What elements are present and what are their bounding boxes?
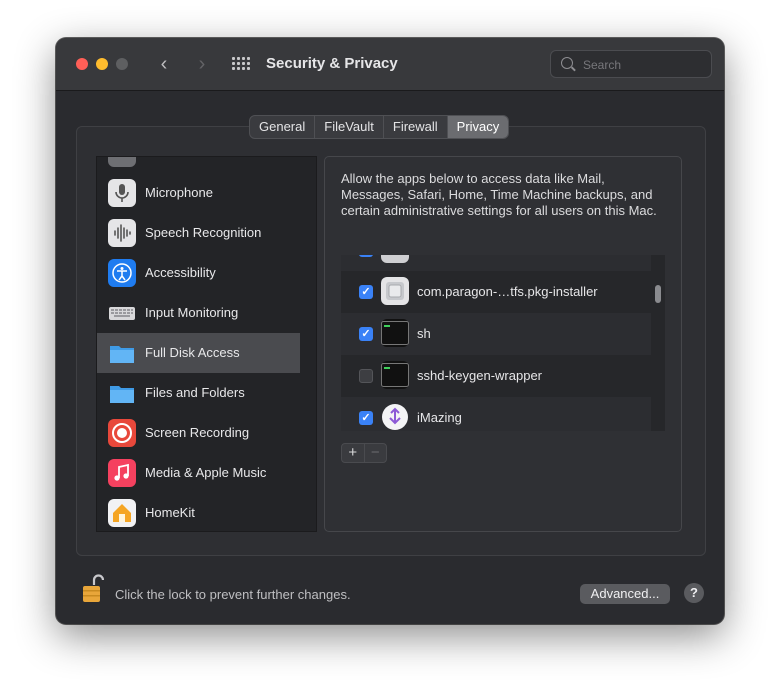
sidebar-item-files-and-folders[interactable]: Files and Folders bbox=[97, 373, 300, 413]
chevron-left-icon: ‹ bbox=[160, 53, 168, 75]
remove-app-button[interactable]: − bbox=[365, 444, 387, 462]
sidebar-item-label: HomeKit bbox=[145, 505, 195, 520]
sidebar-item-label: Media & Apple Music bbox=[145, 465, 267, 480]
sidebar-item-label: Full Disk Access bbox=[145, 345, 240, 360]
list-item-partial[interactable]: ✓ bbox=[341, 255, 651, 271]
help-button[interactable]: ? bbox=[684, 583, 704, 603]
sidebar-item-label: Accessibility bbox=[145, 265, 216, 280]
sidebar-item-label: Speech Recognition bbox=[145, 225, 262, 240]
app-checkbox[interactable]: ✓ bbox=[359, 285, 373, 299]
app-icon bbox=[381, 255, 409, 263]
folder-icon bbox=[108, 339, 136, 367]
list-item[interactable]: ✓ iMazing bbox=[341, 397, 651, 431]
sidebar-item-accessibility[interactable]: Accessibility bbox=[97, 253, 300, 293]
tab-bar: General FileVault Firewall Privacy bbox=[249, 115, 510, 139]
add-app-button[interactable]: + bbox=[342, 444, 365, 462]
app-checkbox[interactable] bbox=[359, 369, 373, 383]
folder-icon bbox=[108, 379, 136, 407]
chevron-right-icon: › bbox=[198, 53, 206, 75]
preferences-window: ‹ › Security & Privacy General FileVault… bbox=[56, 38, 724, 624]
sidebar-item-input-monitoring[interactable]: Input Monitoring bbox=[97, 293, 300, 333]
app-checkbox[interactable]: ✓ bbox=[359, 255, 373, 257]
package-installer-icon bbox=[381, 277, 409, 305]
app-checkbox[interactable]: ✓ bbox=[359, 411, 373, 425]
tab-general[interactable]: General bbox=[250, 116, 316, 138]
app-list[interactable]: ✓ ✓ com.paragon-…tfs.pkg-installer ✓ sh bbox=[341, 255, 665, 431]
terminal-icon bbox=[381, 361, 409, 389]
lock-icon[interactable] bbox=[82, 574, 105, 604]
homekit-icon bbox=[108, 499, 136, 527]
tab-filevault[interactable]: FileVault bbox=[315, 116, 384, 138]
sidebar-item-partial[interactable] bbox=[97, 157, 300, 173]
titlebar: ‹ › Security & Privacy bbox=[56, 38, 724, 91]
sidebar-item-label: Screen Recording bbox=[145, 425, 250, 440]
speech-recognition-icon bbox=[108, 219, 136, 247]
lock-status-text: Click the lock to prevent further change… bbox=[115, 587, 351, 602]
terminal-icon bbox=[381, 319, 409, 347]
window-title: Security & Privacy bbox=[266, 55, 398, 72]
sidebar-item-microphone[interactable]: Microphone bbox=[97, 173, 300, 213]
list-item[interactable]: ✓ com.paragon-…tfs.pkg-installer bbox=[341, 271, 651, 313]
screen-recording-icon bbox=[108, 419, 136, 447]
accessibility-icon bbox=[108, 259, 136, 287]
sidebar-item-label: Files and Folders bbox=[145, 385, 245, 400]
add-remove-control: + − bbox=[341, 443, 387, 463]
search-field[interactable] bbox=[550, 50, 712, 78]
search-icon bbox=[561, 57, 573, 69]
app-access-pane: Allow the apps below to access data like… bbox=[324, 156, 682, 532]
sidebar-item-full-disk-access[interactable]: Full Disk Access bbox=[97, 333, 300, 373]
tab-privacy[interactable]: Privacy bbox=[447, 116, 509, 138]
sidebar-item-label: Microphone bbox=[145, 185, 213, 200]
imazing-icon bbox=[381, 403, 409, 431]
list-item[interactable]: sshd-keygen-wrapper bbox=[341, 355, 651, 397]
music-icon bbox=[108, 459, 136, 487]
list-item[interactable]: ✓ sh bbox=[341, 313, 651, 355]
search-input[interactable] bbox=[581, 55, 705, 75]
app-name: sshd-keygen-wrapper bbox=[417, 368, 543, 383]
app-list-scrollbar[interactable] bbox=[655, 285, 661, 303]
tab-firewall[interactable]: Firewall bbox=[384, 116, 448, 138]
access-description: Allow the apps below to access data like… bbox=[341, 171, 657, 218]
privacy-category-list[interactable]: Microphone Speech Recognition Accessibil… bbox=[96, 156, 317, 532]
app-name: iMazing bbox=[417, 410, 462, 425]
minimize-button[interactable] bbox=[96, 58, 108, 70]
keyboard-icon bbox=[108, 299, 136, 327]
advanced-button[interactable]: Advanced... bbox=[580, 584, 670, 604]
zoom-button[interactable] bbox=[116, 58, 128, 70]
forward-button[interactable]: › bbox=[190, 52, 214, 76]
show-all-grid-icon[interactable] bbox=[232, 57, 250, 71]
app-checkbox[interactable]: ✓ bbox=[359, 327, 373, 341]
microphone-icon bbox=[108, 179, 136, 207]
sidebar-item-label: Input Monitoring bbox=[145, 305, 239, 320]
app-name: com.paragon-…tfs.pkg-installer bbox=[417, 284, 598, 299]
app-name: sh bbox=[417, 326, 431, 341]
sidebar-item-homekit[interactable]: HomeKit bbox=[97, 493, 300, 531]
partial-icon bbox=[108, 157, 136, 167]
back-button[interactable]: ‹ bbox=[152, 52, 176, 76]
close-button[interactable] bbox=[76, 58, 88, 70]
sidebar-item-screen-recording[interactable]: Screen Recording bbox=[97, 413, 300, 453]
sidebar-item-speech-recognition[interactable]: Speech Recognition bbox=[97, 213, 300, 253]
sidebar-item-media-apple-music[interactable]: Media & Apple Music bbox=[97, 453, 300, 493]
